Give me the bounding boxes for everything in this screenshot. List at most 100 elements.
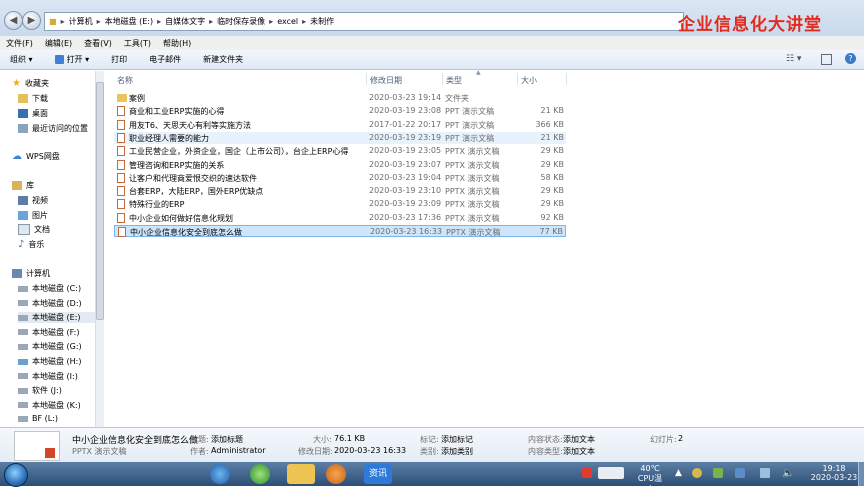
email-button[interactable]: 电子邮件 — [149, 54, 181, 65]
view-options-icon[interactable]: ☷ ▾ — [786, 54, 801, 64]
file-row[interactable]: 工业民营企业，外资企业，国企（上市公司），台企上ERP心得 2020-03-19 … — [114, 145, 566, 157]
nav-libraries[interactable]: 库 — [12, 180, 34, 191]
breadcrumb-media-text[interactable]: 自媒体文字 — [165, 16, 205, 27]
volume-icon[interactable]: 🔈 — [782, 468, 794, 479]
nav-downloads[interactable]: 下载 — [18, 93, 48, 104]
breadcrumb-computer[interactable]: 计算机 — [69, 16, 93, 27]
menu-view[interactable]: 查看(V) — [84, 38, 112, 49]
nav-drive-label: 本地磁盘 (G:) — [32, 342, 82, 352]
nav-documents[interactable]: 文档 — [18, 224, 50, 235]
file-name: 管理咨询和ERP实施的关系 — [129, 160, 225, 170]
open-button[interactable]: 打开 ▾ — [54, 54, 89, 65]
column-divider[interactable] — [366, 73, 367, 85]
details-ctype-value[interactable]: 添加文本 — [563, 446, 595, 457]
explorer-taskbar-icon[interactable] — [287, 464, 315, 484]
details-status-value[interactable]: 添加文本 — [563, 434, 595, 445]
tray-app-icon-3[interactable] — [735, 468, 745, 478]
nav-drive[interactable]: BF (L:) — [18, 414, 58, 423]
clock[interactable]: 19:18 2020-03-23 — [808, 464, 860, 482]
file-row[interactable]: 中小企业如何做好信息化规划 2020-03-23 17:36 PPTX 演示文稿 92… — [114, 212, 566, 224]
nav-drive[interactable]: 本地磁盘 (I:) — [18, 371, 78, 382]
file-size: 29 KB — [540, 159, 564, 169]
column-divider[interactable] — [442, 73, 443, 85]
file-row[interactable]: 商业和工业ERP实施的心得 2020-03-19 23:08 PPT 演示文稿 21 … — [114, 105, 566, 117]
folder-icon: ■ — [49, 17, 57, 26]
nav-wps-cloud[interactable]: ☁ WPS网盘 — [12, 151, 60, 162]
column-type[interactable]: 类型 — [446, 75, 462, 86]
file-type: PPT 演示文稿 — [445, 107, 495, 117]
breadcrumb-drive-e[interactable]: 本地磁盘 (E:) — [105, 16, 154, 27]
file-type: PPTX 演示文稿 — [445, 187, 500, 197]
nav-drive[interactable]: 本地磁盘 (E:) — [18, 312, 95, 324]
file-row[interactable]: 用友T6、天思天心有利等实施方法 2017-01-22 20:17 PPT 演示文稿… — [114, 119, 566, 131]
ime-toolbar-icon[interactable] — [598, 467, 624, 479]
details-title-value[interactable]: 添加标题 — [211, 434, 243, 445]
file-row[interactable]: 特殊行业的ERP 2020-03-19 23:09 PPTX 演示文稿 29 KB — [114, 198, 566, 210]
nav-drive[interactable]: 本地磁盘 (D:) — [18, 298, 82, 309]
sogou-input-icon[interactable] — [582, 468, 592, 478]
file-name: 用友T6、天思天心有利等实施方法 — [129, 120, 251, 130]
start-button[interactable] — [4, 463, 28, 487]
drive-icon — [18, 415, 28, 422]
news-app-button[interactable]: 资讯 — [364, 464, 392, 484]
menu-tools[interactable]: 工具(T) — [124, 38, 151, 49]
organize-button[interactable]: 组织 ▾ — [10, 54, 33, 65]
column-date[interactable]: 修改日期 — [370, 75, 402, 86]
ie-icon[interactable] — [210, 464, 230, 484]
media-player-icon[interactable] — [326, 464, 346, 484]
forward-button[interactable]: ▶ — [22, 11, 41, 30]
nav-music[interactable]: ♪ 音乐 — [18, 239, 44, 250]
help-icon[interactable]: ? — [845, 53, 856, 64]
breadcrumb[interactable]: ■ ▸ 计算机 ▸ 本地磁盘 (E:) ▸ 自媒体文字 ▸ 临时保存录像 ▸ e… — [44, 12, 684, 31]
network-icon[interactable] — [760, 468, 770, 478]
show-desktop-button[interactable] — [858, 462, 864, 486]
file-type: PPTX 演示文稿 — [446, 228, 501, 237]
breadcrumb-excel[interactable]: excel — [277, 17, 298, 26]
details-size-value: 76.1 KB — [334, 434, 366, 443]
tray-arrow-icon[interactable]: ▲ — [675, 468, 682, 478]
browser-360-icon[interactable] — [250, 464, 270, 484]
file-size: 58 KB — [540, 172, 564, 182]
file-row[interactable]: 职业经理人需要的能力 2020-03-19 23:19 PPT 演示文稿 21 KB — [114, 131, 566, 144]
nav-scrollbar-thumb[interactable] — [96, 82, 104, 320]
preview-pane-icon[interactable] — [821, 54, 832, 65]
column-size[interactable]: 大小 — [521, 75, 537, 86]
file-size: 21 KB — [540, 106, 564, 116]
file-row[interactable]: 让客户和代理商爱恨交织的速达软件 2020-03-23 19:04 PPTX 演示文… — [114, 172, 566, 184]
nav-recent[interactable]: 最近访问的位置 — [18, 123, 88, 134]
tray-app-icon[interactable] — [692, 468, 702, 478]
nav-documents-label: 文档 — [34, 225, 50, 234]
file-row[interactable]: 台套ERP，大陆ERP，国外ERP优缺点 2020-03-19 23:10 PPTX… — [114, 185, 566, 197]
column-divider[interactable] — [566, 73, 567, 85]
nav-drive[interactable]: 本地磁盘 (F:) — [18, 327, 79, 338]
nav-drive[interactable]: 本地磁盘 (H:) — [18, 356, 82, 367]
details-tags-value[interactable]: 添加标记 — [441, 434, 473, 445]
nav-drive[interactable]: 本地磁盘 (G:) — [18, 341, 82, 352]
details-author-value[interactable]: Administrator — [211, 446, 266, 455]
nav-desktop[interactable]: 桌面 — [18, 108, 48, 119]
nav-drive[interactable]: 本地磁盘 (K:) — [18, 400, 81, 411]
file-type: 文件夹 — [445, 94, 469, 103]
column-name[interactable]: 名称 — [117, 75, 133, 86]
details-category-value[interactable]: 添加类别 — [441, 446, 473, 457]
cpu-temp-widget[interactable]: 40℃ CPU温度 — [636, 464, 664, 495]
nav-computer[interactable]: 计算机 — [12, 268, 50, 279]
nav-favorites[interactable]: ★ 收藏夹 — [12, 78, 49, 89]
menu-file[interactable]: 文件(F) — [6, 38, 33, 49]
column-divider[interactable] — [517, 73, 518, 85]
breadcrumb-unmade[interactable]: 未制作 — [310, 16, 334, 27]
nav-drive[interactable]: 软件 (J:) — [18, 385, 62, 396]
print-button[interactable]: 打印 — [111, 54, 127, 65]
nav-videos[interactable]: 视频 — [18, 195, 48, 206]
menu-help[interactable]: 帮助(H) — [163, 38, 191, 49]
back-button[interactable]: ◀ — [4, 11, 23, 30]
nav-drive[interactable]: 本地磁盘 (C:) — [18, 283, 81, 294]
file-row[interactable]: 案例 2020-03-23 19:14 文件夹 — [114, 92, 566, 104]
breadcrumb-temp-recordings[interactable]: 临时保存录像 — [217, 16, 265, 27]
file-row[interactable]: 管理咨询和ERP实施的关系 2020-03-19 23:07 PPTX 演示文稿 29… — [114, 159, 566, 171]
file-row[interactable]: 中小企业信息化安全到底怎么做 2020-03-23 16:33 PPTX 演示文稿 7… — [114, 225, 566, 237]
tray-app-icon-2[interactable] — [713, 468, 723, 478]
nav-pictures[interactable]: 图片 — [18, 210, 48, 221]
new-folder-button[interactable]: 新建文件夹 — [203, 54, 243, 65]
menu-edit[interactable]: 编辑(E) — [45, 38, 72, 49]
